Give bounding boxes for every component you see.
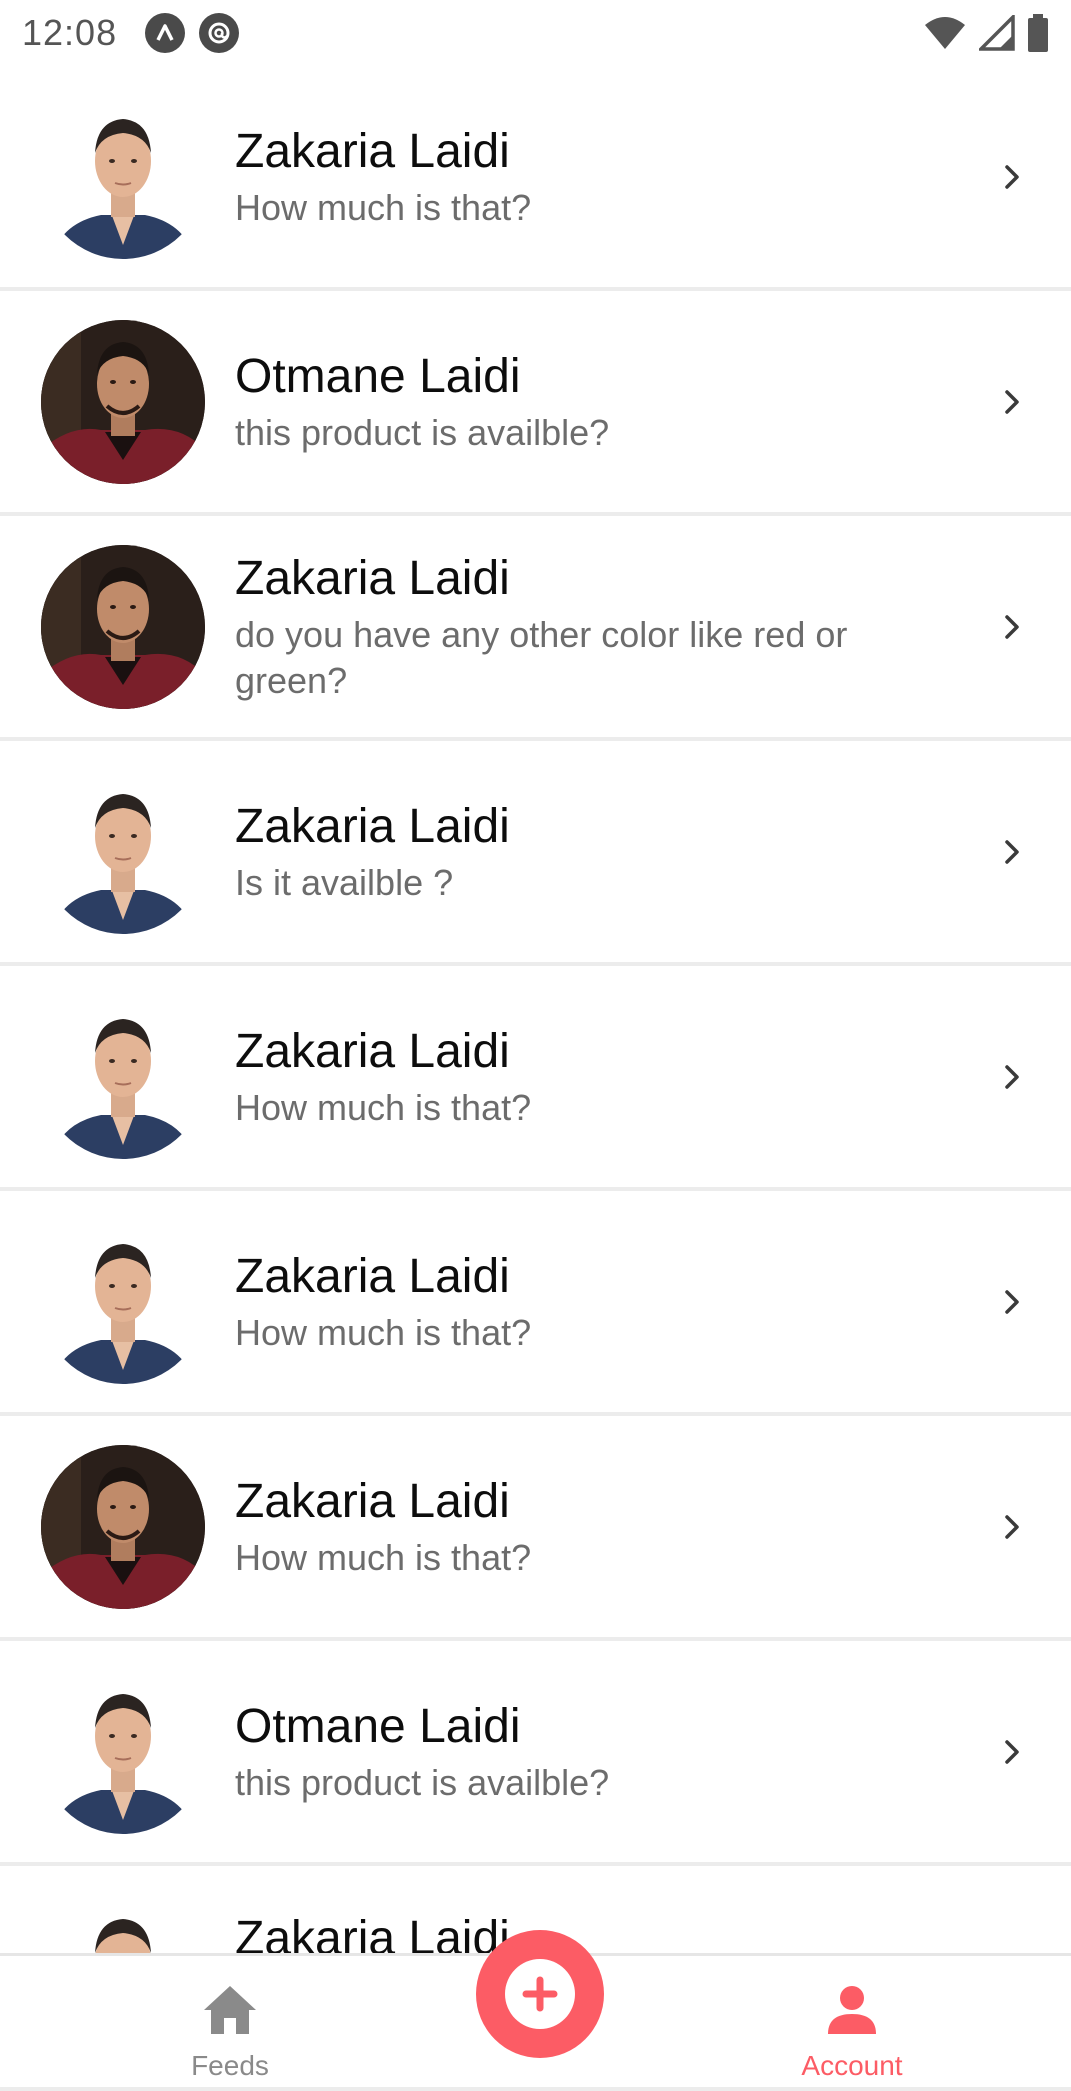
system-icons <box>923 14 1049 52</box>
message-text: Otmane Laidi this product is availble? <box>235 291 961 512</box>
message-preview: do you have any other color like red or … <box>235 613 848 701</box>
wifi-icon <box>925 17 965 49</box>
message-sender-name: Otmane Laidi <box>235 1699 521 1753</box>
message-sender-name: Zakaria Laidi <box>235 1249 510 1303</box>
app-notification-icon <box>145 13 186 53</box>
add-listing-button[interactable] <box>476 1930 604 2058</box>
message-row[interactable]: Zakaria Laidi Is it availble ? <box>0 741 1071 966</box>
chevron-right-icon <box>1005 389 1019 414</box>
plus-icon <box>505 1959 575 2029</box>
message-row[interactable]: Zakaria Laidi How much is that? <box>0 1191 1071 1416</box>
message-preview: How much is that? <box>235 1536 532 1578</box>
message-text: Zakaria Laidi How much is that? <box>235 66 961 287</box>
avatar <box>41 95 205 259</box>
messages-list: Zakaria Laidi How much is that? Otmane Lai… <box>0 66 1071 2091</box>
message-row[interactable]: Zakaria Laidi How much is that? <box>0 66 1071 291</box>
message-row[interactable]: Zakaria Laidi How much is that? <box>0 966 1071 1191</box>
avatar <box>41 995 205 1159</box>
cellular-signal-icon <box>979 15 1015 51</box>
message-row[interactable]: Zakaria Laidi do you have any other color… <box>0 516 1071 741</box>
message-text: Zakaria Laidi How much is that? <box>235 1191 961 1412</box>
message-row[interactable]: Otmane Laidi this product is availble? <box>0 291 1071 516</box>
chevron-right-icon <box>1005 1514 1019 1539</box>
chevron-right-icon <box>1005 164 1019 189</box>
message-text: Otmane Laidi this product is availble? <box>235 1641 961 1862</box>
message-sender-name: Zakaria Laidi <box>235 799 510 853</box>
message-sender-name: Zakaria Laidi <box>235 1474 510 1528</box>
notification-icons <box>145 13 240 53</box>
chevron-right-icon <box>1005 614 1019 639</box>
message-sender-name: Zakaria Laidi <box>235 1024 510 1078</box>
tab-feeds-label: Feeds <box>191 2050 269 2081</box>
message-row[interactable]: Otmane Laidi this product is availble? <box>0 1641 1071 1866</box>
message-preview: How much is that? <box>235 186 532 228</box>
avatar <box>41 320 205 484</box>
tab-feeds[interactable]: Feeds <box>120 1956 340 2087</box>
message-sender-name: Zakaria Laidi <box>235 551 510 605</box>
message-text: Zakaria Laidi Is it availble ? <box>235 741 961 962</box>
message-text: Zakaria Laidi How much is that? <box>235 1416 961 1637</box>
chevron-right-icon <box>1005 839 1019 864</box>
message-preview: Is it availble ? <box>235 861 454 903</box>
status-bar: 12:08 <box>0 0 1071 66</box>
avatar <box>41 1445 205 1609</box>
avatar <box>41 545 205 709</box>
avatar <box>41 1670 205 1834</box>
avatar <box>41 770 205 934</box>
message-text: Zakaria Laidi do you have any other color… <box>235 516 961 737</box>
chevron-right-icon <box>1005 1289 1019 1314</box>
avatar <box>41 1220 205 1384</box>
person-icon <box>828 1986 876 2034</box>
home-icon <box>204 1986 256 2034</box>
message-sender-name: Zakaria Laidi <box>235 124 510 178</box>
message-preview: this product is availble? <box>235 411 610 453</box>
chevron-right-icon <box>1005 1064 1019 1089</box>
message-text: Zakaria Laidi How much is that? <box>235 966 961 1187</box>
message-sender-name: Otmane Laidi <box>235 349 521 403</box>
message-preview: How much is that? <box>235 1311 532 1353</box>
chevron-right-icon <box>1005 1739 1019 1764</box>
message-preview: How much is that? <box>235 1086 532 1128</box>
tab-account[interactable]: Account <box>742 1956 962 2087</box>
battery-icon <box>1028 14 1048 52</box>
message-row[interactable]: Zakaria Laidi How much is that? <box>0 1416 1071 1641</box>
tab-account-label: Account <box>801 2050 903 2081</box>
at-notification-icon <box>199 13 240 53</box>
status-time: 12:08 <box>22 12 118 53</box>
message-preview: this product is availble? <box>235 1761 610 1803</box>
